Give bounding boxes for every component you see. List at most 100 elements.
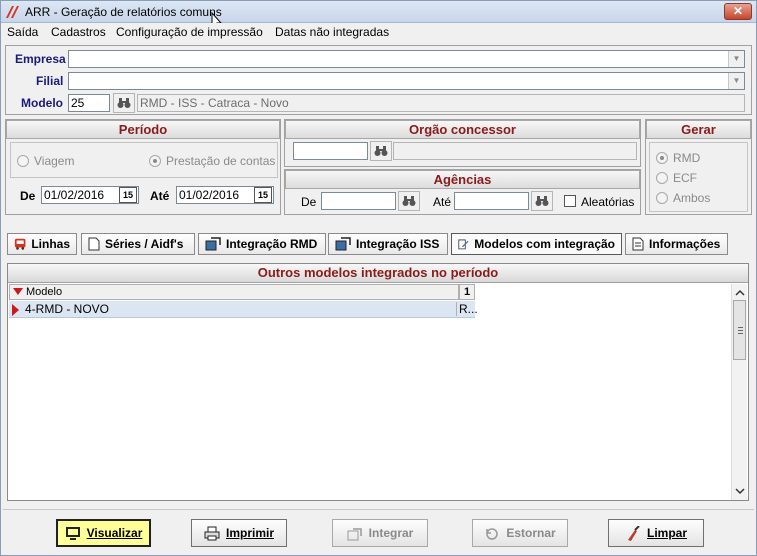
modelo-input[interactable]: 25	[68, 94, 110, 112]
radio-button[interactable]	[656, 192, 668, 204]
binoculars-icon	[374, 146, 388, 156]
tab-informacoes-label: Informações	[649, 237, 721, 251]
scroll-thumb[interactable]	[733, 300, 746, 360]
menu-saida[interactable]: Saída	[7, 25, 38, 39]
main-window: ARR - Geração de relatórios comuns ✕ Saí…	[0, 0, 757, 556]
column-header-modelo-label: Modelo	[26, 286, 63, 298]
tab-series-label: Séries / Aidf's	[105, 237, 184, 251]
monitor-icon	[65, 526, 80, 540]
binoculars-icon	[535, 196, 549, 206]
app-logo-icon	[6, 6, 19, 18]
imprimir-button[interactable]: Imprimir	[191, 519, 287, 547]
visualizar-button[interactable]: Visualizar	[56, 519, 151, 547]
tab-integracao-iss-label: Integração ISS	[356, 237, 440, 251]
modelo-search-button[interactable]	[113, 93, 135, 113]
radio-rmd[interactable]: RMD	[656, 151, 700, 165]
chevron-down-icon[interactable]: ▼	[728, 51, 744, 67]
agencias-title: Agências	[285, 170, 640, 189]
radio-ecf-label: ECF	[673, 171, 697, 185]
filial-select[interactable]: ▼	[68, 72, 745, 90]
action-bar: Visualizar Imprimir Integrar Estornar Li…	[3, 509, 754, 555]
gerar-panel: Gerar RMD ECF Ambos	[645, 119, 752, 215]
menu-cadastros[interactable]: Cadastros	[51, 25, 106, 39]
aleatorias-checkbox[interactable]	[564, 195, 576, 207]
sort-number: 1	[463, 286, 471, 298]
title-bar: ARR - Geração de relatórios comuns ✕	[1, 1, 756, 23]
tab-linhas-label: Linhas	[31, 237, 70, 251]
table-row[interactable]: 4-RMD - NOVO R...	[9, 301, 478, 318]
radio-ecf[interactable]: ECF	[656, 171, 697, 185]
radio-rmd-label: RMD	[673, 151, 701, 165]
info-document-icon	[632, 237, 644, 251]
window-title: ARR - Geração de relatórios comuns	[25, 5, 222, 19]
radio-button[interactable]	[656, 172, 668, 184]
vertical-scrollbar[interactable]	[731, 284, 747, 500]
orgao-code-input[interactable]	[293, 142, 368, 160]
integrar-button[interactable]: Integrar	[332, 519, 428, 547]
row-modelo-cell: 4-RMD - NOVO	[25, 302, 109, 316]
column-header-sort-indicator[interactable]: 1	[459, 284, 475, 300]
estornar-label: Estornar	[506, 526, 556, 540]
agencias-ate-input[interactable]	[454, 192, 529, 210]
close-button[interactable]: ✕	[724, 3, 752, 20]
tab-integracao-rmd[interactable]: Integração RMD	[198, 233, 326, 255]
radio-button-selected[interactable]	[656, 152, 668, 164]
date-ate-value: 01/02/2016	[179, 188, 240, 202]
estornar-button[interactable]: Estornar	[472, 519, 568, 547]
modelo-label: Modelo	[21, 96, 63, 110]
radio-viagem[interactable]: Viagem	[17, 154, 74, 168]
radio-viagem-label: Viagem	[34, 154, 75, 168]
empresa-select[interactable]: ▼	[68, 50, 745, 68]
row-col2-cell: R...	[456, 302, 478, 316]
tab-modelos-com-integracao[interactable]: Modelos com integração	[451, 233, 622, 255]
radio-ambos-label: Ambos	[673, 191, 711, 205]
scroll-up-icon[interactable]	[732, 286, 748, 300]
filial-label: Filial	[36, 74, 64, 88]
tab-series-aidfs[interactable]: Séries / Aidf's	[81, 233, 195, 255]
calendar-icon[interactable]: 15	[119, 187, 137, 203]
modelo-description: RMD - ISS - Catraca - Novo	[137, 94, 745, 112]
tab-modelos-label: Modelos com integração	[474, 237, 615, 251]
agencias-ate-label: Até	[433, 195, 452, 209]
document-icon	[88, 237, 100, 251]
grid-title: Outros modelos integrados no período	[8, 264, 748, 283]
calendar-icon[interactable]: 15	[254, 187, 272, 203]
integrar-label: Integrar	[368, 526, 414, 540]
limpar-label: Limpar	[646, 526, 687, 540]
menu-datas-nao-integradas[interactable]: Datas não integradas	[275, 25, 389, 39]
column-header-modelo[interactable]: Modelo	[9, 284, 459, 300]
radio-button-selected[interactable]	[149, 155, 161, 167]
periodo-panel: Período Viagem Prestação de contas De 01…	[5, 119, 281, 215]
limpar-button[interactable]: Limpar	[608, 519, 704, 547]
menu-configuracao-impressao[interactable]: Configuração de impressão	[116, 25, 263, 39]
agencias-de-input[interactable]	[321, 192, 396, 210]
tab-linhas[interactable]: Linhas	[7, 233, 77, 255]
binoculars-icon	[402, 196, 416, 206]
scroll-down-icon[interactable]	[732, 484, 748, 498]
tab-integracao-rmd-label: Integração RMD	[226, 237, 318, 251]
binoculars-icon	[117, 98, 131, 108]
gerar-options-group: RMD ECF Ambos	[649, 142, 748, 212]
integration-icon	[335, 237, 351, 251]
integration-icon	[205, 237, 221, 251]
radio-ambos[interactable]: Ambos	[656, 191, 710, 205]
gerar-title: Gerar	[646, 120, 751, 139]
agencias-de-search-button[interactable]	[398, 191, 420, 211]
radio-prestacao-contas[interactable]: Prestação de contas	[149, 154, 275, 168]
printer-icon	[204, 526, 220, 540]
periodo-title: Período	[6, 120, 280, 139]
tab-integracao-iss[interactable]: Integração ISS	[328, 233, 448, 255]
undo-icon	[486, 527, 499, 540]
orgao-search-button[interactable]	[370, 141, 392, 161]
chevron-down-icon[interactable]: ▼	[728, 73, 744, 89]
orgao-description	[393, 142, 637, 160]
broom-icon	[627, 525, 640, 541]
aleatorias-label: Aleatórias	[581, 195, 635, 209]
tab-informacoes[interactable]: Informações	[625, 233, 728, 255]
orgao-panel: Orgão concessor	[284, 119, 641, 167]
agencias-ate-search-button[interactable]	[531, 191, 553, 211]
radio-button[interactable]	[17, 155, 29, 167]
menu-bar: Saída Cadastros Configuração de impressã…	[1, 23, 756, 42]
ate-label: Até	[150, 189, 170, 203]
date-de-value: 01/02/2016	[44, 188, 105, 202]
